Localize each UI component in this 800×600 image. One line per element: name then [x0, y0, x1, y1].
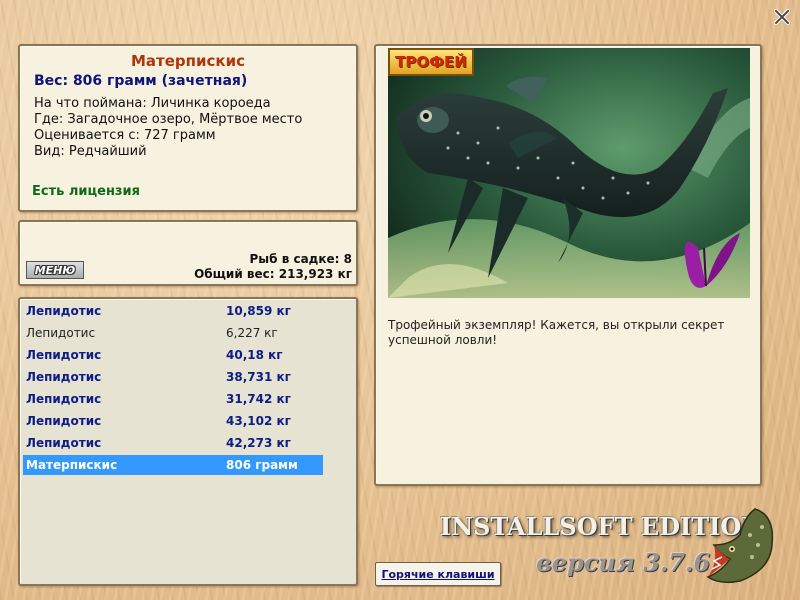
fish-row-name: Лепидотис [26, 414, 102, 428]
fish-list-row[interactable]: Матерпискис 806 грамм [23, 455, 323, 475]
place-info: Где: Загадочное озеро, Мёртвое место [34, 112, 303, 127]
fish-row-weight: 42,273 кг [226, 436, 291, 450]
pike-logo-icon [706, 508, 774, 584]
total-weight: Общий вес: 213,923 кг [194, 267, 352, 281]
fish-row-name: Лепидотис [26, 370, 102, 384]
fish-photo: ТРОФЕЙ [388, 48, 750, 298]
fish-row-weight: 31,742 кг [226, 392, 291, 406]
fish-row-weight: 38,731 кг [226, 370, 291, 384]
fish-list-row[interactable]: Лепидотис 43,102 кг [23, 411, 323, 431]
fish-list-row[interactable]: Лепидотис 40,18 кг [23, 345, 323, 365]
fish-row-weight: 40,18 кг [226, 348, 283, 362]
fish-row-name: Лепидотис [26, 392, 102, 406]
fish-list-row[interactable]: Лепидотис 42,273 кг [23, 433, 323, 453]
keep-net-panel: МЕНЮ Рыб в садке: 8 Общий вес: 213,923 к… [18, 220, 358, 286]
fish-count: Рыб в садке: 8 [249, 252, 353, 266]
fish-row-weight: 43,102 кг [226, 414, 291, 428]
fish-row-name: Лепидотис [26, 326, 96, 340]
license-status: Есть лицензия [32, 184, 140, 199]
bait-info: На что поймана: Личинка короеда [34, 96, 271, 111]
close-icon [774, 9, 790, 25]
fish-row-name: Лепидотис [26, 348, 102, 362]
fish-list-panel: Лепидотис 10,859 кг Лепидотис 6,227 кг Лепид… [18, 297, 358, 586]
fish-info-panel: Матерпискис Вес: 806 грамм (зачетная) На… [18, 44, 358, 212]
fish-illustration [388, 48, 750, 298]
fish-weight: Вес: 806 грамм (зачетная) [34, 73, 248, 89]
close-button[interactable] [772, 7, 792, 27]
fish-row-weight: 806 грамм [226, 458, 298, 472]
fish-row-name: Лепидотис [26, 436, 102, 450]
trophy-caption: Трофейный экземпляр! Кажется, вы открыли… [388, 318, 725, 347]
fish-row-weight: 6,227 кг [226, 326, 278, 340]
version-label: версия 3.7.6 [536, 548, 711, 577]
fish-list-row[interactable]: Лепидотис 31,742 кг [23, 389, 323, 409]
fish-list-row[interactable]: Лепидотис 6,227 кг [23, 323, 323, 343]
fish-list-row[interactable]: Лепидотис 10,859 кг [23, 301, 323, 321]
valued-info: Оценивается с: 727 грамм [34, 128, 216, 143]
trophy-panel: ТРОФЕЙ Трофейный экземпляр! Кажется, вы … [374, 44, 762, 486]
fish-name-title: Матерпискис [130, 52, 245, 70]
menu-button[interactable]: МЕНЮ [26, 261, 84, 279]
hotkeys-button[interactable]: Горячие клавиши [375, 562, 501, 586]
trophy-badge: ТРОФЕЙ [388, 48, 474, 76]
fish-row-weight: 10,859 кг [226, 304, 291, 318]
fish-list-row[interactable]: Лепидотис 38,731 кг [23, 367, 323, 387]
kind-info: Вид: Редчайший [34, 144, 147, 159]
fish-row-name: Лепидотис [26, 304, 102, 318]
fish-row-name: Матерпискис [26, 458, 118, 472]
